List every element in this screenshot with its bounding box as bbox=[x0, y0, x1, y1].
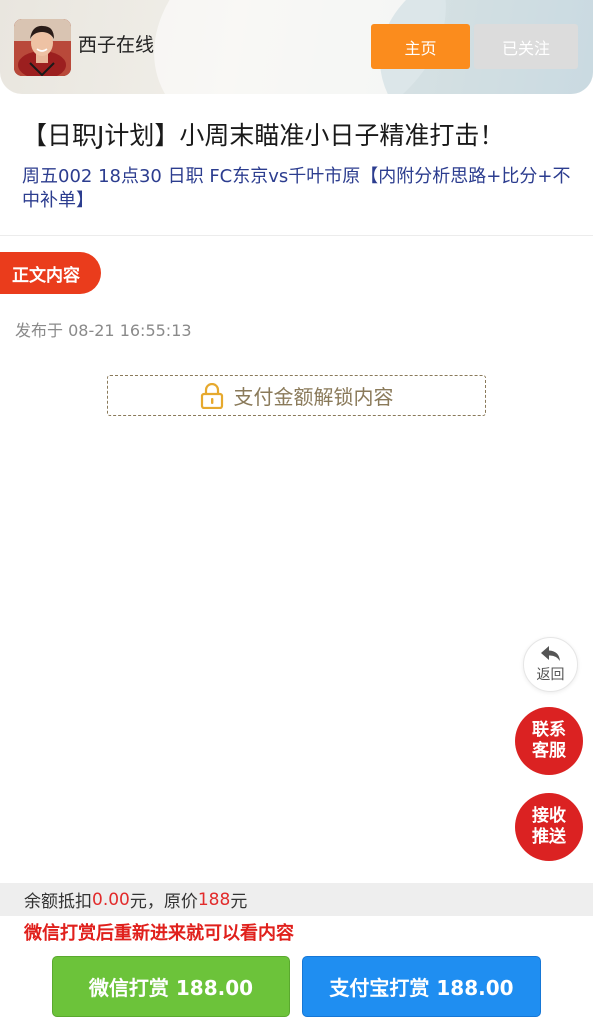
follow-button[interactable]: 已关注 bbox=[474, 24, 578, 69]
contact-service-button[interactable]: 联系 客服 bbox=[515, 707, 583, 775]
author-name: 西子在线 bbox=[78, 34, 155, 56]
unlock-content-button[interactable]: 支付金额解锁内容 bbox=[107, 375, 486, 416]
wechat-pay-button[interactable]: 微信打赏 188.00 bbox=[52, 956, 290, 1017]
balance-prefix: 余额抵扣 bbox=[24, 892, 92, 912]
push-label-line1: 接收 bbox=[532, 806, 566, 826]
avatar[interactable] bbox=[14, 19, 71, 76]
article-subtitle: 周五002 18点30 日职 FC东京vs千叶市原【内附分析思路+比分+不中补单… bbox=[22, 166, 571, 211]
publish-info: 发布于 08-21 16:55:13 bbox=[15, 317, 192, 341]
back-arrow-icon bbox=[540, 646, 560, 661]
alipay-pay-button[interactable]: 支付宝打赏 188.00 bbox=[302, 956, 541, 1017]
back-button[interactable]: 返回 bbox=[523, 637, 578, 692]
receive-push-button[interactable]: 接收 推送 bbox=[515, 793, 583, 861]
back-label: 返回 bbox=[536, 667, 565, 683]
unlock-label: 支付金额解锁内容 bbox=[233, 385, 394, 409]
avatar-photo bbox=[14, 19, 71, 76]
divider bbox=[0, 235, 593, 236]
original-price: 188 bbox=[197, 889, 231, 910]
profile-header: 西子在线 主页 已关注 bbox=[0, 0, 593, 94]
price-unit: 元 bbox=[230, 892, 248, 912]
payment-notice: 微信打赏后重新进来就可以看内容 bbox=[24, 923, 294, 944]
home-button[interactable]: 主页 bbox=[371, 24, 470, 69]
publish-time: 08-21 16:55:13 bbox=[68, 321, 192, 340]
balance-amount: 0.00 bbox=[92, 889, 130, 910]
section-tag: 正文内容 bbox=[0, 252, 101, 294]
balance-bar: 余额抵扣 0.00 元，原价 188 元 bbox=[0, 883, 593, 916]
publish-label: 发布于 bbox=[15, 321, 64, 340]
contact-label-line2: 客服 bbox=[532, 741, 566, 761]
push-label-line2: 推送 bbox=[532, 827, 566, 847]
contact-label-line1: 联系 bbox=[532, 720, 566, 740]
lock-icon bbox=[200, 382, 223, 409]
balance-unit: 元，原价 bbox=[129, 892, 198, 912]
article-title: 【日职J计划】小周末瞄准小日子精准打击！ bbox=[22, 121, 505, 150]
